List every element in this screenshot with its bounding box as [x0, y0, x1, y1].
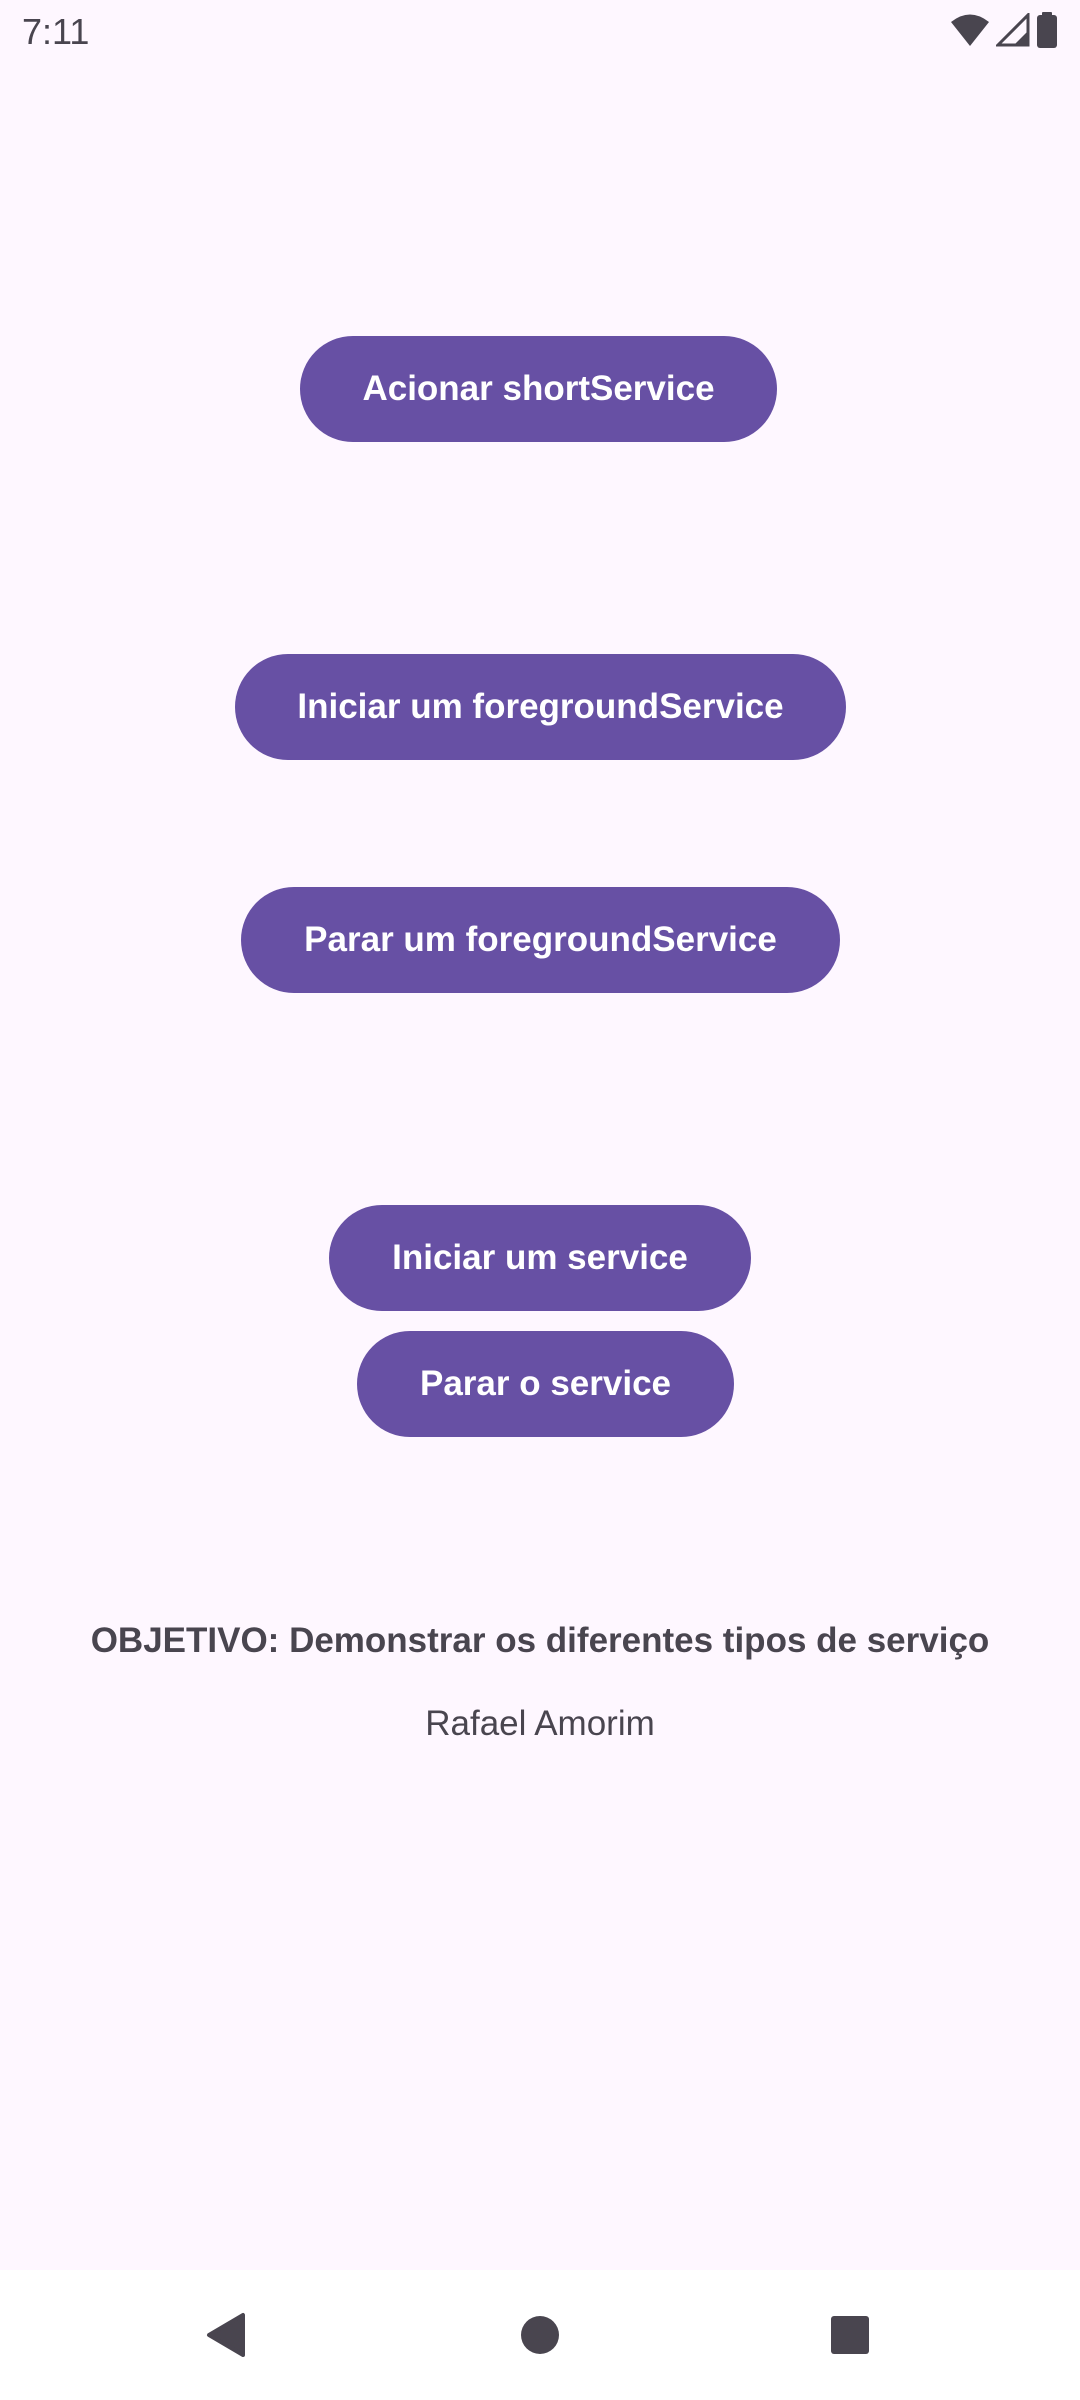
wifi-icon: [950, 13, 990, 47]
objective-text: OBJETIVO: Demonstrar os diferentes tipos…: [90, 1621, 990, 1660]
start-foreground-service-button[interactable]: Iniciar um foregroundService: [235, 654, 846, 760]
battery-icon: [1036, 12, 1058, 48]
start-service-button[interactable]: Iniciar um service: [329, 1205, 751, 1311]
status-icons: [950, 12, 1058, 48]
navigation-bar: [0, 2270, 1080, 2400]
short-service-button[interactable]: Acionar shortService: [300, 336, 777, 442]
home-icon[interactable]: [500, 2295, 580, 2375]
stop-service-button[interactable]: Parar o service: [357, 1331, 734, 1437]
back-icon[interactable]: [185, 2295, 265, 2375]
status-time: 7:11: [22, 11, 90, 52]
signal-icon: [996, 13, 1030, 47]
recents-icon[interactable]: [810, 2295, 890, 2375]
author-name: Rafael Amorim: [425, 1704, 655, 1743]
status-bar: 7:11: [0, 0, 1080, 64]
stop-foreground-service-button[interactable]: Parar um foregroundService: [241, 887, 840, 993]
